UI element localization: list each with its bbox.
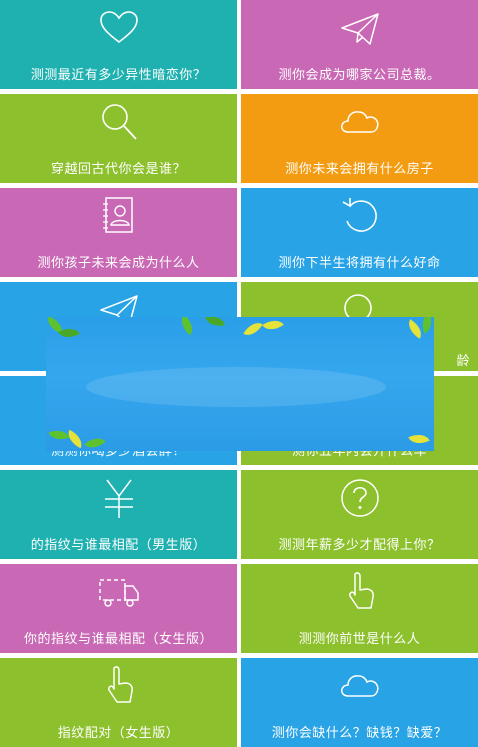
quiz-tile-ancient-identity[interactable]: 穿越回古代你会是谁？: [0, 94, 237, 183]
truck-icon: [97, 570, 141, 614]
leaf-decoration: [262, 317, 284, 336]
refresh-icon: [338, 194, 382, 238]
quiz-tile-salary-match[interactable]: 测测年薪多少才配得上你？: [241, 470, 478, 559]
leaf-decoration: [408, 429, 430, 449]
leaf-decoration: [48, 426, 70, 444]
leaf-decoration: [205, 317, 225, 329]
quiz-tile-secret-admirers[interactable]: 测测最近有多少异性暗恋你？: [0, 0, 237, 89]
overlay-banner-ad[interactable]: [46, 317, 434, 451]
tile-label: 指纹配对（女生版）: [57, 726, 180, 741]
tile-label: 的指纹与谁最相配（男生版）: [30, 538, 207, 553]
tile-label: 你的指纹与谁最相配（女生版）: [23, 632, 213, 647]
cloud-icon: [338, 100, 382, 144]
leaf-decoration: [84, 432, 106, 451]
leaf-decoration: [243, 318, 263, 340]
tile-label: 测测年薪多少才配得上你？: [278, 538, 441, 553]
magnifier-icon: [97, 100, 141, 144]
quiz-tile-future-house[interactable]: 测你未来会拥有什么房子: [241, 94, 478, 183]
tile-label: 测你下半生将拥有什么好命: [278, 256, 441, 271]
quiz-tile-past-life[interactable]: 测测你前世是什么人: [241, 564, 478, 653]
quiz-tile-second-half-fortune[interactable]: 测你下半生将拥有什么好命: [241, 188, 478, 277]
question-circle-icon: [338, 476, 382, 520]
leaf-decoration: [176, 317, 198, 336]
banner-sky-glow: [86, 367, 386, 407]
tile-label: 测你会缺什么？缺钱？缺爱？: [271, 726, 448, 741]
quiz-tile-company-ceo[interactable]: 测你会成为哪家公司总裁。: [241, 0, 478, 89]
tile-label: 测测你前世是什么人: [298, 632, 421, 647]
quiz-tile-child-future[interactable]: 测你孩子未来会成为什么人: [0, 188, 237, 277]
tile-label: 测你未来会拥有什么房子: [285, 162, 434, 177]
pointing-hand-icon: [338, 570, 382, 614]
yen-icon: [97, 476, 141, 520]
leaf-decoration: [64, 429, 86, 449]
tile-label: 穿越回古代你会是谁？: [50, 162, 186, 177]
paper-plane-icon: [338, 6, 382, 50]
quiz-tile-fingerprint-pair-female[interactable]: 指纹配对（女生版）: [0, 658, 237, 747]
heart-icon: [97, 6, 141, 50]
quiz-tile-what-you-lack[interactable]: 测你会缺什么？缺钱？缺爱？: [241, 658, 478, 747]
tile-label: 测测最近有多少异性暗恋你？: [30, 68, 207, 83]
contact-card-icon: [97, 194, 141, 238]
quiz-tile-fingerprint-female[interactable]: 你的指纹与谁最相配（女生版）: [0, 564, 237, 653]
pointing-hand-icon: [97, 664, 141, 708]
cloud-icon: [338, 664, 382, 708]
tile-label: 测你孩子未来会成为什么人: [37, 256, 200, 271]
quiz-tile-fingerprint-male[interactable]: 的指纹与谁最相配（男生版）: [0, 470, 237, 559]
tile-label: 测你会成为哪家公司总裁。: [278, 68, 441, 83]
